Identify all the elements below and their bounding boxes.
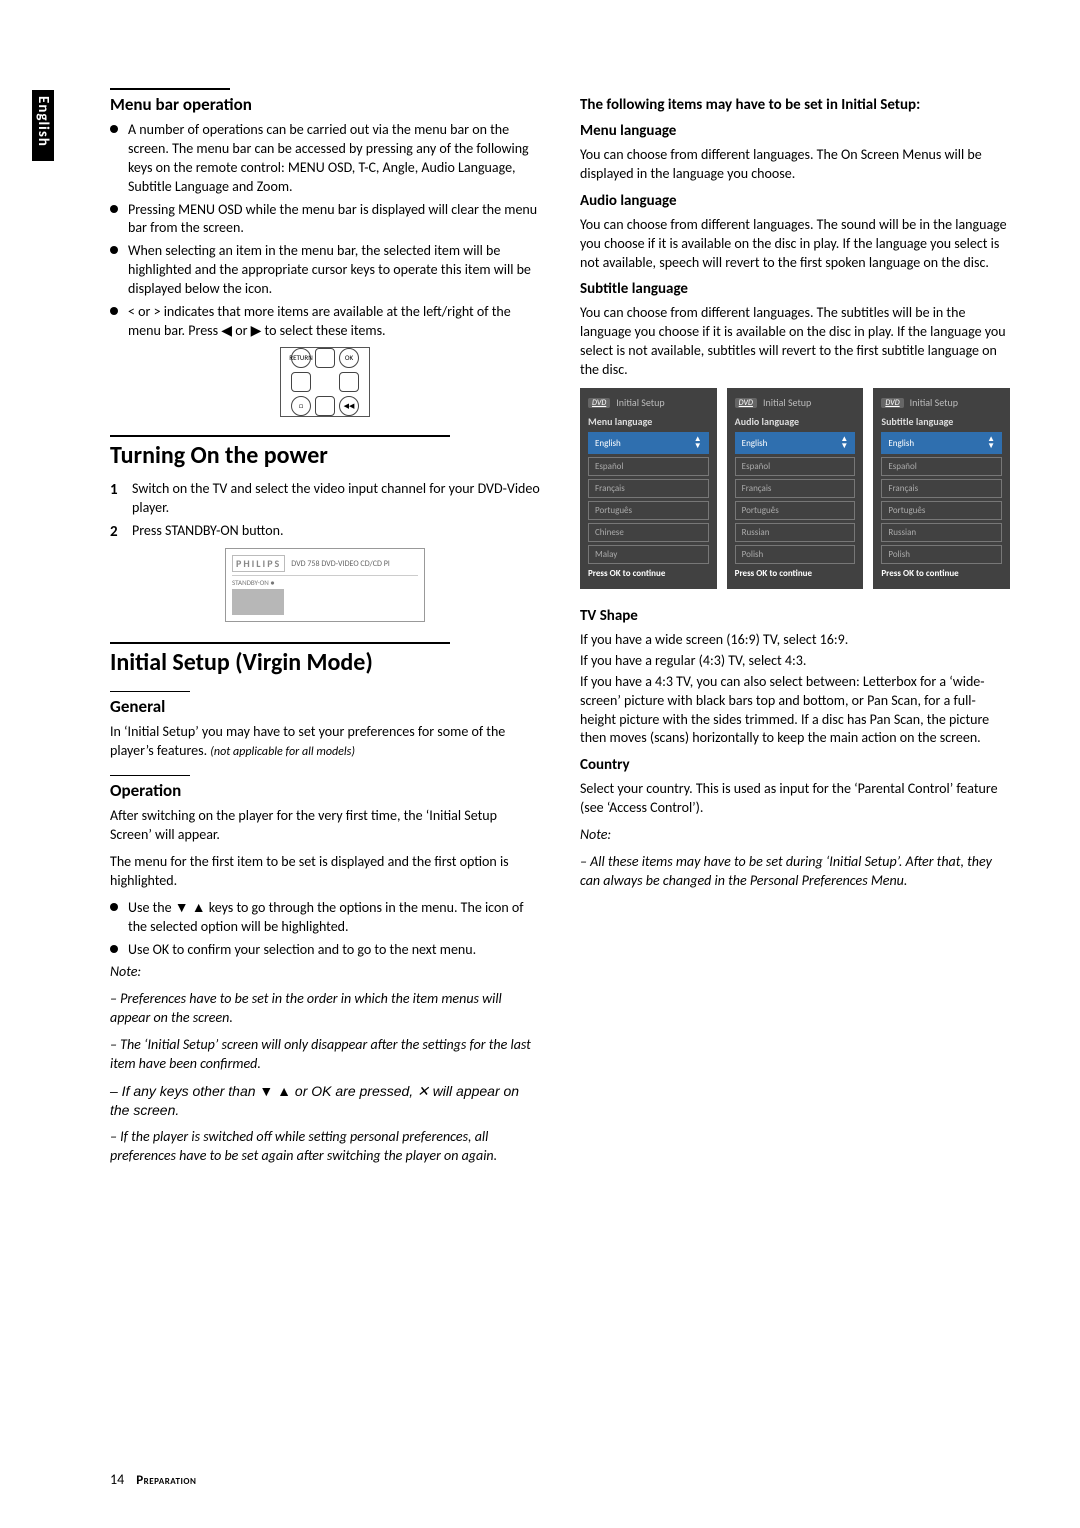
step-text: Press STANDBY-ON button. — [132, 522, 284, 539]
screen-subtitle: Subtitle language — [881, 415, 1002, 428]
note-item: – The ‘Initial Setup’ screen will only d… — [110, 1036, 540, 1074]
screen-option-selected: English▲▼ — [588, 432, 709, 454]
screen-title: Initial Setup — [763, 396, 811, 409]
screen-continue: Press OK to continue — [735, 568, 856, 579]
screen-subtitle: Menu language — [588, 415, 709, 428]
list-item: Use the ▼ ▲ keys to go through the optio… — [110, 899, 540, 937]
note-item: – Preferences have to be set in the orde… — [110, 990, 540, 1028]
right-note-head: Note: — [580, 826, 1010, 845]
screen-option: Français — [588, 479, 709, 498]
standby-label: STANDBY-ON ● — [232, 578, 418, 587]
general-note: (not applicable for all models) — [210, 745, 355, 759]
general-heading: General — [110, 696, 540, 717]
right-column: The following items may have to be set i… — [580, 88, 1010, 1174]
page-body: Menu bar operation A number of operation… — [110, 88, 1010, 1174]
dvd-logo: DVD — [881, 398, 903, 408]
list-item: When selecting an item in the menu bar, … — [110, 242, 540, 299]
dvd-logo: DVD — [588, 398, 610, 408]
screen-subtitle-language: DVD Initial Setup Subtitle language Engli… — [873, 388, 1010, 589]
screen-menu-language: DVD Initial Setup Menu language English▲▼… — [580, 388, 717, 589]
setup-heading: Initial Setup (Virgin Mode) — [110, 648, 540, 677]
operation-p1: After switching on the player for the ve… — [110, 807, 540, 845]
screen-option: Malay — [588, 545, 709, 564]
page-footer: 14 Preparation — [110, 1471, 196, 1488]
page-number: 14 — [110, 1471, 124, 1488]
screen-option: Russian — [881, 523, 1002, 542]
screen-option: Español — [881, 457, 1002, 476]
screen-option: Português — [881, 501, 1002, 520]
audio-lang-body: You can choose from different languages.… — [580, 216, 1010, 273]
sub-lang-body: You can choose from different languages.… — [580, 304, 1010, 380]
screen-continue: Press OK to continue — [588, 568, 709, 579]
key-rew: ◀◀ — [339, 396, 359, 416]
list-item: < or > indicates that more items are ava… — [110, 303, 540, 341]
player-panel-figure: PHILIPS DVD 758 DVD-VIDEO CD/CD Pl STAND… — [225, 548, 425, 622]
screen-option: Polish — [735, 545, 856, 564]
country-body: Select your country. This is used as inp… — [580, 780, 1010, 818]
screen-option-selected: English▲▼ — [881, 432, 1002, 454]
setup-screens: DVD Initial Setup Menu language English▲▼… — [580, 388, 1010, 589]
screen-option: Français — [881, 479, 1002, 498]
screen-option: Español — [735, 457, 856, 476]
model-text: DVD 758 DVD-VIDEO CD/CD Pl — [291, 559, 389, 569]
section-name: Preparation — [136, 1473, 196, 1488]
tvshape-head: TV Shape — [580, 607, 1010, 625]
list-item: Use OK to confirm your selection and to … — [110, 941, 540, 960]
menu-lang-head: Menu language — [580, 122, 1010, 140]
operation-list: Use the ▼ ▲ keys to go through the optio… — [110, 899, 540, 960]
general-body: In ‘Initial Setup’ you may have to set y… — [110, 723, 540, 761]
audio-lang-head: Audio language — [580, 192, 1010, 210]
screen-option: Français — [735, 479, 856, 498]
menu-lang-body: You can choose from different languages.… — [580, 146, 1010, 184]
list-item: Pressing MENU OSD while the menu bar is … — [110, 201, 540, 239]
operation-p2: The menu for the first item to be set is… — [110, 853, 540, 891]
list-item: 2Press STANDBY-ON button. — [110, 522, 540, 541]
step-text: Switch on the TV and select the video in… — [132, 480, 540, 516]
screen-audio-language: DVD Initial Setup Audio language English▲… — [727, 388, 864, 589]
panel-display — [232, 589, 284, 615]
screen-title: Initial Setup — [910, 396, 958, 409]
sub-lang-head: Subtitle language — [580, 280, 1010, 298]
country-head: Country — [580, 756, 1010, 774]
power-heading: Turning On the power — [110, 441, 540, 470]
key-left — [291, 372, 311, 392]
right-note-body: – All these items may have to be set dur… — [580, 853, 1010, 891]
key-ok: OK — [339, 348, 359, 368]
key-stop: □ — [291, 396, 311, 416]
list-item: 1Switch on the TV and select the video i… — [110, 480, 540, 518]
screen-option: Chinese — [588, 523, 709, 542]
left-column: Menu bar operation A number of operation… — [110, 88, 540, 1174]
menu-bar-list: A number of operations can be carried ou… — [110, 121, 540, 341]
list-item: A number of operations can be carried ou… — [110, 121, 540, 197]
key-down — [315, 396, 335, 416]
screen-option-selected: English▲▼ — [735, 432, 856, 454]
screen-option: Español — [588, 457, 709, 476]
language-tab: English — [32, 90, 54, 161]
key-right — [339, 372, 359, 392]
screen-continue: Press OK to continue — [881, 568, 1002, 579]
screen-subtitle: Audio language — [735, 415, 856, 428]
tvshape-l3: If you have a 4:3 TV, you can also selec… — [580, 673, 1010, 749]
keypad-figure: RETURN OK □ ◀◀ — [280, 347, 370, 417]
key-up — [315, 348, 335, 368]
screen-option: Russian — [735, 523, 856, 542]
intro-heading: The following items may have to be set i… — [580, 96, 1010, 114]
screen-option: Português — [588, 501, 709, 520]
key-return: RETURN — [291, 348, 311, 368]
note-item: – If any keys other than ▼ ▲ or OK are p… — [110, 1082, 540, 1120]
dvd-logo: DVD — [735, 398, 757, 408]
operation-heading: Operation — [110, 780, 540, 801]
menu-bar-heading: Menu bar operation — [110, 94, 540, 115]
power-steps: 1Switch on the TV and select the video i… — [110, 480, 540, 541]
screen-option: Polish — [881, 545, 1002, 564]
screen-option: Português — [735, 501, 856, 520]
tvshape-l1: If you have a wide screen (16:9) TV, sel… — [580, 631, 1010, 650]
note-head: Note: — [110, 963, 540, 982]
tvshape-l2: If you have a regular (4:3) TV, select 4… — [580, 652, 1010, 671]
brand-logo: PHILIPS — [232, 555, 285, 572]
screen-title: Initial Setup — [616, 396, 664, 409]
note-item: – If the player is switched off while se… — [110, 1128, 540, 1166]
